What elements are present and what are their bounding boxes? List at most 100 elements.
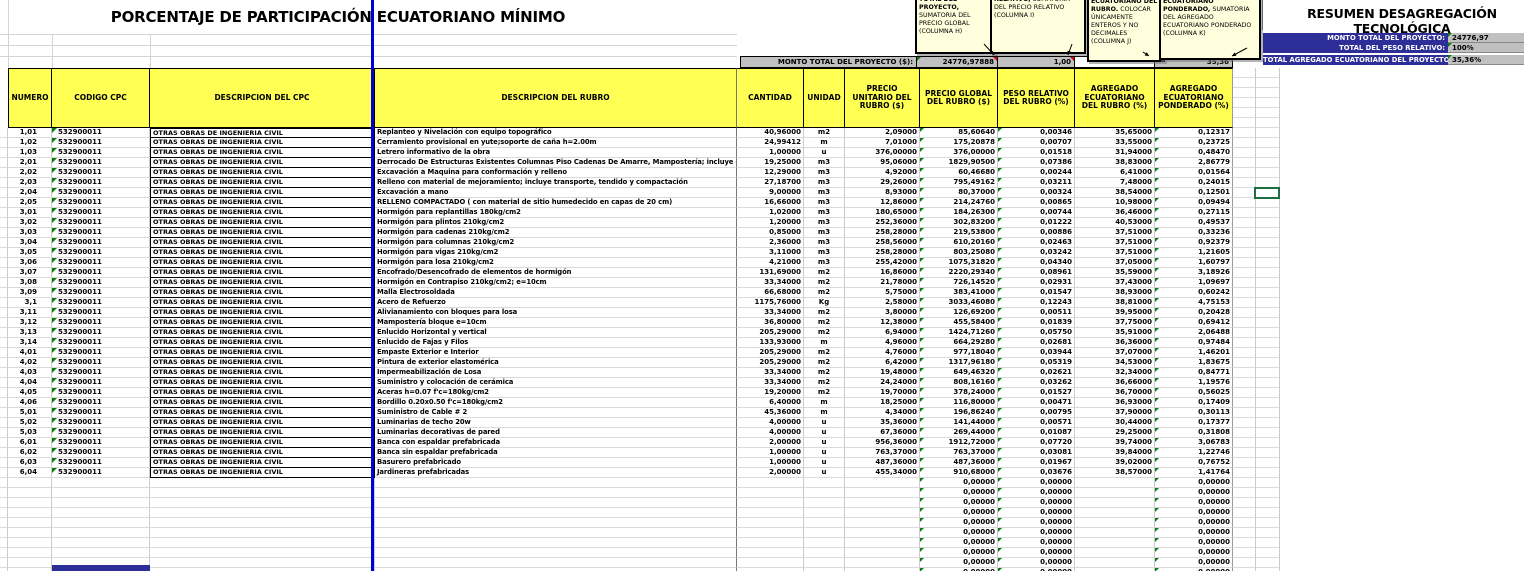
cell-agregado-rubro[interactable]: 37,90000 bbox=[1075, 408, 1155, 418]
cell-codigo-cpc[interactable] bbox=[52, 538, 150, 548]
cell-descripcion-cpc[interactable]: OTRAS OBRAS DE INGENIERIA CIVIL bbox=[150, 388, 375, 398]
cell-agregado-ponderado[interactable]: 0,33236 bbox=[1155, 228, 1233, 238]
cell-descripcion-rubro[interactable]: Hormigón para cadenas 210kg/cm2 bbox=[375, 228, 737, 238]
cell-unidad[interactable]: m3 bbox=[804, 208, 845, 218]
cell-peso-relativo[interactable]: 0,00000 bbox=[998, 508, 1075, 518]
cell-descripcion-cpc[interactable]: OTRAS OBRAS DE INGENIERIA CIVIL bbox=[150, 158, 375, 168]
cell-cantidad[interactable] bbox=[737, 548, 804, 558]
cell-agregado-ponderado[interactable]: 0,00000 bbox=[1155, 488, 1233, 498]
cell-cantidad[interactable]: 9,00000 bbox=[737, 188, 804, 198]
cell-descripcion-rubro[interactable]: Excavación a Maquina para conformación y… bbox=[375, 168, 737, 178]
cell-peso-relativo[interactable]: 0,02681 bbox=[998, 338, 1075, 348]
cell-precio-unitario[interactable]: 6,42000 bbox=[845, 358, 920, 368]
cell-descripcion-cpc[interactable]: OTRAS OBRAS DE INGENIERIA CIVIL bbox=[150, 138, 375, 148]
cell-agregado-rubro[interactable]: 40,53000 bbox=[1075, 218, 1155, 228]
cell-agregado-rubro[interactable]: 37,07000 bbox=[1075, 348, 1155, 358]
cell-agregado-rubro[interactable] bbox=[1075, 498, 1155, 508]
cell-codigo-cpc[interactable]: 532900011 bbox=[52, 308, 150, 318]
cell-precio-unitario[interactable]: 29,26000 bbox=[845, 178, 920, 188]
cell-unidad[interactable]: u bbox=[804, 148, 845, 158]
cell-unidad[interactable] bbox=[804, 528, 845, 538]
cell-codigo-cpc[interactable] bbox=[52, 548, 150, 558]
cell-descripcion-rubro[interactable] bbox=[375, 548, 737, 558]
cell-cantidad[interactable]: 27,18700 bbox=[737, 178, 804, 188]
cell-precio-global[interactable]: 808,16160 bbox=[920, 378, 998, 388]
cell-cantidad[interactable] bbox=[737, 518, 804, 528]
cell-descripcion-cpc[interactable]: OTRAS OBRAS DE INGENIERIA CIVIL bbox=[150, 218, 375, 228]
cell-unidad[interactable]: m3 bbox=[804, 258, 845, 268]
cell-descripcion-cpc[interactable] bbox=[150, 478, 375, 488]
cell-descripcion-cpc[interactable]: OTRAS OBRAS DE INGENIERIA CIVIL bbox=[150, 468, 375, 478]
cell-codigo-cpc[interactable]: 532900011 bbox=[52, 318, 150, 328]
cell-peso-relativo[interactable]: 0,00707 bbox=[998, 138, 1075, 148]
cell-agregado-rubro[interactable]: 10,98000 bbox=[1075, 198, 1155, 208]
cell-peso-relativo[interactable]: 0,00000 bbox=[998, 498, 1075, 508]
cell-precio-global[interactable]: 455,58400 bbox=[920, 318, 998, 328]
cell-numero[interactable] bbox=[8, 558, 52, 568]
cell-precio-global[interactable]: 378,24000 bbox=[920, 388, 998, 398]
cell-precio-global[interactable]: 3033,46080 bbox=[920, 298, 998, 308]
cell-precio-unitario[interactable]: 956,36000 bbox=[845, 438, 920, 448]
cell-cantidad[interactable]: 1,20000 bbox=[737, 218, 804, 228]
cell-numero[interactable]: 6,04 bbox=[8, 468, 52, 478]
cell-agregado-ponderado[interactable]: 0,48470 bbox=[1155, 148, 1233, 158]
cell-unidad[interactable]: u bbox=[804, 418, 845, 428]
cell-precio-unitario[interactable] bbox=[845, 488, 920, 498]
cell-descripcion-cpc[interactable]: OTRAS OBRAS DE INGENIERIA CIVIL bbox=[150, 458, 375, 468]
cell-agregado-rubro[interactable]: 36,66000 bbox=[1075, 378, 1155, 388]
column-header-agregado-rubro[interactable]: AGREGADO ECUATORIANO DEL RUBRO (%) bbox=[1075, 68, 1155, 128]
cell-peso-relativo[interactable]: 0,00346 bbox=[998, 128, 1075, 138]
cell-descripcion-rubro[interactable]: Hormigón para plintos 210kg/cm2 bbox=[375, 218, 737, 228]
cell-peso-relativo[interactable]: 0,03676 bbox=[998, 468, 1075, 478]
cell-numero[interactable]: 3,1 bbox=[8, 298, 52, 308]
cell-descripcion-rubro[interactable]: Letrero informativo de la obra bbox=[375, 148, 737, 158]
cell-precio-unitario[interactable] bbox=[845, 498, 920, 508]
cell-cantidad[interactable]: 205,29000 bbox=[737, 358, 804, 368]
cell-precio-global[interactable]: 85,60640 bbox=[920, 128, 998, 138]
cell-peso-relativo[interactable]: 0,07720 bbox=[998, 438, 1075, 448]
cell-descripcion-cpc[interactable]: OTRAS OBRAS DE INGENIERIA CIVIL bbox=[150, 338, 375, 348]
cell-agregado-ponderado[interactable]: 0,00000 bbox=[1155, 478, 1233, 488]
cell-descripcion-rubro[interactable]: Bordillo 0.20x0.50 f'c=180kg/cm2 bbox=[375, 398, 737, 408]
cell-cantidad[interactable]: 1,02000 bbox=[737, 208, 804, 218]
cell-cantidad[interactable]: 33,34000 bbox=[737, 308, 804, 318]
cell-codigo-cpc[interactable]: 532900011 bbox=[52, 208, 150, 218]
cell-unidad[interactable] bbox=[804, 538, 845, 548]
cell-cantidad[interactable]: 4,00000 bbox=[737, 418, 804, 428]
cell-precio-unitario[interactable]: 4,96000 bbox=[845, 338, 920, 348]
cell-unidad[interactable]: m2 bbox=[804, 378, 845, 388]
cell-precio-global[interactable]: 649,46320 bbox=[920, 368, 998, 378]
cell-agregado-ponderado[interactable]: 1,22746 bbox=[1155, 448, 1233, 458]
cell-agregado-ponderado[interactable]: 1,19576 bbox=[1155, 378, 1233, 388]
cell-codigo-cpc[interactable]: 532900011 bbox=[52, 138, 150, 148]
cell-codigo-cpc[interactable]: 532900011 bbox=[52, 128, 150, 138]
cell-descripcion-cpc[interactable]: OTRAS OBRAS DE INGENIERIA CIVIL bbox=[150, 258, 375, 268]
cell-unidad[interactable] bbox=[804, 488, 845, 498]
cell-agregado-ponderado[interactable]: 0,12501 bbox=[1155, 188, 1233, 198]
cell-descripcion-rubro[interactable] bbox=[375, 488, 737, 498]
cell-descripcion-cpc[interactable]: OTRAS OBRAS DE INGENIERIA CIVIL bbox=[150, 128, 375, 138]
cell-descripcion-rubro[interactable]: Pintura de exterior elastomérica bbox=[375, 358, 737, 368]
cell-peso-relativo[interactable]: 0,00000 bbox=[998, 478, 1075, 488]
cell-codigo-cpc[interactable]: 532900011 bbox=[52, 408, 150, 418]
cell-precio-unitario[interactable]: 376,00000 bbox=[845, 148, 920, 158]
cell-precio-unitario[interactable]: 4,34000 bbox=[845, 408, 920, 418]
cell-codigo-cpc[interactable]: 532900011 bbox=[52, 378, 150, 388]
cell-descripcion-rubro[interactable]: Impermeabilización de Losa bbox=[375, 368, 737, 378]
cell-peso-relativo[interactable]: 0,07386 bbox=[998, 158, 1075, 168]
cell-precio-global[interactable]: 80,37000 bbox=[920, 188, 998, 198]
cell-agregado-rubro[interactable]: 35,65000 bbox=[1075, 128, 1155, 138]
cell-agregado-rubro[interactable]: 29,25000 bbox=[1075, 428, 1155, 438]
cell-descripcion-cpc[interactable]: OTRAS OBRAS DE INGENIERIA CIVIL bbox=[150, 418, 375, 428]
cell-numero[interactable]: 2,01 bbox=[8, 158, 52, 168]
cell-agregado-rubro[interactable]: 39,95000 bbox=[1075, 308, 1155, 318]
cell-numero[interactable]: 4,03 bbox=[8, 368, 52, 378]
cell-precio-global[interactable]: 0,00000 bbox=[920, 528, 998, 538]
cell-precio-global[interactable]: 1912,72000 bbox=[920, 438, 998, 448]
cell-agregado-ponderado[interactable]: 0,00000 bbox=[1155, 498, 1233, 508]
cell-codigo-cpc[interactable]: 532900011 bbox=[52, 268, 150, 278]
cell-unidad[interactable]: m2 bbox=[804, 388, 845, 398]
cell-peso-relativo[interactable]: 0,01222 bbox=[998, 218, 1075, 228]
cell-codigo-cpc[interactable] bbox=[52, 488, 150, 498]
cell-agregado-ponderado[interactable]: 0,60242 bbox=[1155, 288, 1233, 298]
